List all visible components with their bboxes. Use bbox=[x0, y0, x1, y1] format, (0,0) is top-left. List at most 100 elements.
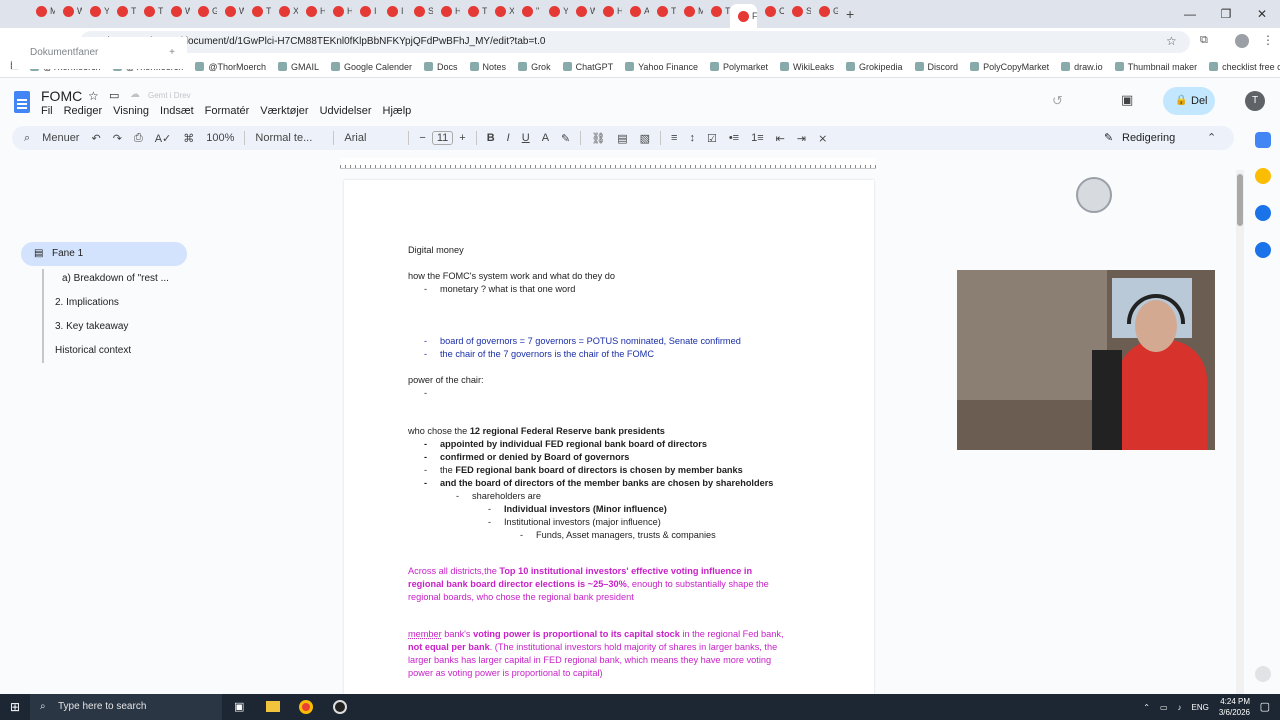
browser-tab[interactable]: H bbox=[298, 0, 325, 22]
browser-tab[interactable]: S bbox=[406, 0, 433, 22]
browser-tab[interactable]: G bbox=[190, 0, 217, 22]
browser-tab[interactable]: F bbox=[730, 4, 757, 28]
font-size-input[interactable]: 11 bbox=[431, 131, 454, 145]
bookmark-item[interactable]: Grokipedia bbox=[846, 62, 903, 72]
menu-item[interactable]: Indsæt bbox=[160, 105, 194, 117]
link-icon[interactable]: ⛓ bbox=[585, 132, 611, 145]
bookmark-item[interactable]: Google Calender bbox=[330, 62, 412, 72]
browser-tab[interactable]: W bbox=[55, 0, 82, 22]
highlight-icon[interactable]: ✎ bbox=[555, 132, 576, 145]
menu-item[interactable]: Rediger bbox=[64, 105, 103, 117]
clear-formatting-icon[interactable]: ⨯ bbox=[812, 132, 833, 145]
menu-item[interactable]: Værktøjer bbox=[260, 105, 308, 117]
tab-fane-1[interactable]: ▤ Fane 1 bbox=[21, 242, 187, 266]
outline-item[interactable]: 2. Implications bbox=[55, 297, 119, 308]
docs-logo-icon[interactable] bbox=[14, 91, 30, 113]
menu-item[interactable]: Fil bbox=[41, 105, 53, 117]
document-page[interactable]: Digital money how the FOMC's system work… bbox=[344, 180, 874, 700]
line-spacing-icon[interactable]: ↕ bbox=[683, 132, 701, 144]
browser-tab[interactable]: T bbox=[460, 0, 487, 22]
url-input[interactable]: docs.google.com/document/d/1GwPlci-H7CM8… bbox=[80, 31, 1190, 53]
undo-icon[interactable]: ↶ bbox=[85, 132, 106, 145]
browser-tab[interactable]: " bbox=[514, 0, 541, 22]
system-clock[interactable]: 4:24 PM 3/6/2026 bbox=[1219, 696, 1250, 718]
taskbar-search-input[interactable]: ⌕ Type here to search bbox=[30, 694, 222, 720]
browser-tab[interactable]: Y bbox=[82, 0, 109, 22]
bold-icon[interactable]: B bbox=[481, 132, 501, 144]
italic-icon[interactable]: I bbox=[501, 132, 516, 144]
bookmark-item[interactable]: Polymarket bbox=[709, 62, 768, 72]
task-view-icon[interactable]: ▣ bbox=[234, 700, 244, 713]
bookmark-item[interactable]: draw.io bbox=[1061, 62, 1103, 72]
checklist-icon[interactable]: ☑ bbox=[701, 132, 723, 145]
bookmark-item[interactable]: checklist free online bbox=[1209, 62, 1280, 72]
browser-tab[interactable]: W bbox=[163, 0, 190, 22]
bookmark-item[interactable]: PolyCopyMarket bbox=[970, 62, 1049, 72]
editing-mode-button[interactable]: ✎ Redigering bbox=[1094, 128, 1192, 148]
bookmark-item[interactable]: Thumbnail maker bbox=[1114, 62, 1197, 72]
browser-tab[interactable]: T bbox=[136, 0, 163, 22]
browser-tab[interactable]: T bbox=[109, 0, 136, 22]
calendar-icon[interactable] bbox=[1255, 132, 1271, 148]
browser-tab[interactable]: X bbox=[271, 0, 298, 22]
bookmark-item[interactable]: ChatGPT bbox=[562, 62, 613, 72]
scrollbar-thumb[interactable] bbox=[1237, 174, 1243, 226]
meet-icon[interactable]: ▣ bbox=[1121, 92, 1133, 108]
chrome-icon[interactable] bbox=[299, 700, 313, 714]
dark-mode-badge[interactable] bbox=[1076, 177, 1112, 213]
obs-icon[interactable] bbox=[333, 700, 347, 714]
collapse-toolbar-icon[interactable]: ⌃ bbox=[1207, 131, 1216, 144]
browser-tab[interactable]: I bbox=[352, 0, 379, 22]
search-menus-icon[interactable]: ⌕ bbox=[12, 132, 36, 145]
minimize-icon[interactable]: — bbox=[1172, 0, 1208, 28]
expand-panel-icon[interactable] bbox=[1255, 666, 1271, 682]
bookmark-item[interactable]: GMAIL bbox=[277, 62, 319, 72]
volume-icon[interactable]: ♪ bbox=[1178, 703, 1182, 712]
browser-tab[interactable]: M bbox=[676, 0, 703, 22]
browser-tab[interactable]: W bbox=[217, 0, 244, 22]
extensions-icon[interactable]: ⧉ bbox=[1200, 34, 1208, 47]
move-folder-icon[interactable]: ▭ bbox=[109, 89, 119, 102]
close-window-icon[interactable]: ✕ bbox=[1244, 0, 1280, 28]
menu-item[interactable]: Udvidelser bbox=[320, 105, 372, 117]
browser-tab[interactable]: H bbox=[325, 0, 352, 22]
browser-tab[interactable]: T bbox=[703, 0, 730, 22]
menus-button[interactable]: Menuer bbox=[36, 132, 85, 144]
share-button[interactable]: 🔒 Del bbox=[1163, 87, 1215, 115]
bookmark-item[interactable]: Docs bbox=[424, 62, 458, 72]
windows-start-icon[interactable]: ⊞ bbox=[10, 700, 20, 714]
comment-icon[interactable]: ▤ bbox=[611, 132, 633, 145]
print-icon[interactable]: ⎙ bbox=[128, 132, 149, 145]
language-indicator[interactable]: ENG bbox=[1192, 703, 1209, 712]
browser-tab[interactable]: C bbox=[757, 0, 784, 22]
tray-chevron-icon[interactable]: ⌃ bbox=[1143, 703, 1150, 712]
outline-item[interactable]: Historical context bbox=[55, 345, 131, 356]
browser-tab[interactable]: M bbox=[28, 0, 55, 22]
browser-menu-icon[interactable]: ⋮ bbox=[1262, 33, 1274, 47]
increase-indent-icon[interactable]: ⇥ bbox=[791, 132, 812, 145]
profile-avatar[interactable] bbox=[1235, 34, 1249, 48]
contacts-icon[interactable] bbox=[1255, 242, 1271, 258]
notifications-icon[interactable]: ▢ bbox=[1260, 700, 1270, 713]
network-icon[interactable]: ▭ bbox=[1160, 703, 1168, 712]
redo-icon[interactable]: ↷ bbox=[107, 132, 128, 145]
increase-font-icon[interactable]: + bbox=[453, 132, 471, 144]
underline-icon[interactable]: U bbox=[516, 132, 536, 144]
spellcheck-icon[interactable]: A✓ bbox=[149, 132, 178, 145]
bookmark-item[interactable]: Grok bbox=[518, 62, 551, 72]
new-tab-button[interactable]: + bbox=[846, 6, 854, 22]
decrease-indent-icon[interactable]: ⇤ bbox=[770, 132, 791, 145]
browser-tab[interactable]: A bbox=[622, 0, 649, 22]
bookmark-star-icon[interactable]: ☆ bbox=[1166, 34, 1177, 48]
tasks-icon[interactable] bbox=[1255, 205, 1271, 221]
image-icon[interactable]: ▧ bbox=[634, 132, 656, 145]
outline-item[interactable]: 3. Key takeaway bbox=[55, 321, 128, 332]
history-icon[interactable]: ↺ bbox=[1052, 93, 1063, 109]
browser-tab[interactable]: T bbox=[649, 0, 676, 22]
zoom-select[interactable]: 100% bbox=[200, 132, 240, 144]
browser-tab[interactable]: X bbox=[487, 0, 514, 22]
browser-tab[interactable]: Y bbox=[541, 0, 568, 22]
decrease-font-icon[interactable]: − bbox=[413, 132, 431, 144]
file-explorer-icon[interactable] bbox=[266, 701, 280, 712]
paint-format-icon[interactable]: ⌘ bbox=[177, 132, 200, 145]
